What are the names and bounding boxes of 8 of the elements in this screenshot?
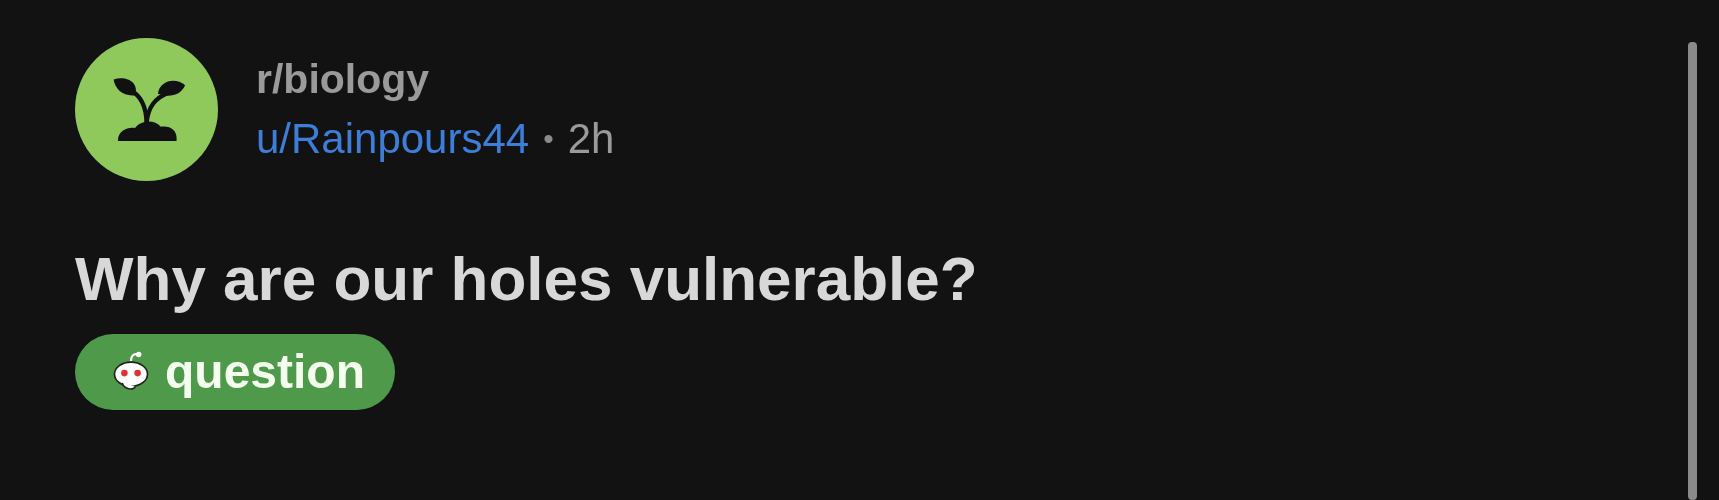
plant-avatar-icon[interactable] bbox=[75, 38, 218, 181]
separator-dot: • bbox=[543, 122, 554, 156]
scrollbar[interactable] bbox=[1688, 42, 1697, 500]
post-age: 2h bbox=[567, 115, 615, 163]
post-title[interactable]: Why are our holes vulnerable? bbox=[75, 243, 978, 315]
flair-tag[interactable]: question bbox=[75, 334, 395, 411]
username-link[interactable]: u/Rainpours44 bbox=[256, 115, 530, 163]
subreddit-link[interactable]: r/biology bbox=[256, 56, 615, 103]
